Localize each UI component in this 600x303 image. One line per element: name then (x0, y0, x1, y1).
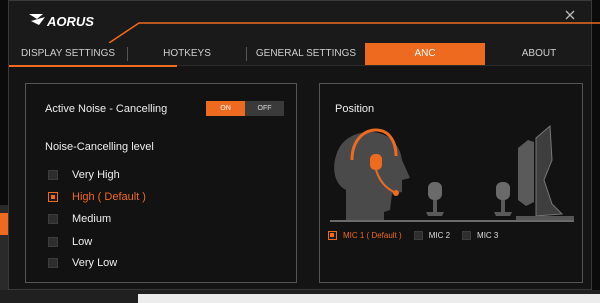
tab-anc[interactable]: ANC (365, 43, 485, 65)
anc-toggle[interactable]: ON OFF (206, 101, 284, 116)
level-label: Low (72, 236, 93, 248)
level-title: Noise-Cancelling level (45, 141, 154, 153)
mic-option-3[interactable]: MIC 3 (462, 231, 498, 240)
level-option-high[interactable]: High ( Default ) (48, 190, 146, 204)
position-title: Position (335, 103, 375, 115)
level-label: Medium (72, 213, 112, 225)
checkbox-low[interactable] (48, 237, 58, 247)
monitor-icon (516, 124, 574, 220)
tab-about[interactable]: ABOUT (485, 43, 593, 65)
checkbox-very-high[interactable] (48, 170, 58, 180)
level-option-medium[interactable]: Medium (48, 212, 111, 226)
checkbox-medium[interactable] (48, 214, 58, 224)
checkbox-very-low[interactable] (48, 258, 58, 268)
background-accent (0, 213, 8, 235)
toggle-on[interactable]: ON (206, 101, 245, 116)
desk-line (330, 220, 574, 222)
anc-label: Active Noise - Cancelling (45, 103, 168, 115)
mic-selector: MIC 1 ( Default ) MIC 2 MIC 3 (328, 231, 510, 240)
tab-display-settings[interactable]: DISPLAY SETTINGS (9, 43, 127, 65)
position-panel: Position MIC 1 (Default) MIC 2 MIC 3 (319, 83, 583, 283)
tab-general-settings[interactable]: GENERAL SETTINGS (247, 43, 365, 65)
tab-accent-line (9, 65, 177, 67)
level-option-low[interactable]: Low (48, 235, 92, 249)
level-label: High ( Default ) (72, 191, 146, 203)
title-accent-line (108, 22, 600, 43)
level-option-very-low[interactable]: Very Low (48, 256, 117, 270)
background-window-strip (138, 294, 600, 303)
toggle-off[interactable]: OFF (245, 101, 284, 116)
title-bar: AORUS (9, 1, 600, 43)
mic-label: MIC 2 (428, 231, 451, 240)
level-label: Very Low (72, 257, 118, 269)
microphone-icon (426, 182, 444, 216)
level-option-very-high[interactable]: Very High (48, 168, 120, 182)
mic-option-1[interactable]: MIC 1 ( Default ) (328, 231, 402, 240)
microphone-icon (494, 182, 512, 216)
position-illustration (330, 124, 574, 222)
close-icon[interactable] (563, 8, 577, 22)
mic-option-2[interactable]: MIC 2 (413, 231, 451, 240)
mic-label: MIC 1 ( Default ) (343, 231, 402, 240)
level-label: Very High (72, 169, 120, 181)
tab-bar: DISPLAY SETTINGS HOTKEYS GENERAL SETTING… (9, 43, 593, 67)
background-window-edge (0, 205, 8, 303)
app-window: AORUS DISPLAY SETTINGS HOTKEYS GENERAL S… (8, 0, 600, 290)
mic-3-checkbox[interactable] (462, 231, 472, 240)
checkbox-high[interactable] (48, 192, 58, 202)
head-with-headset-icon (334, 128, 410, 220)
mic-2-checkbox[interactable] (413, 231, 423, 240)
taskbar (0, 290, 600, 303)
tab-hotkeys[interactable]: HOTKEYS (128, 43, 246, 65)
mic-label: MIC 3 (477, 231, 499, 240)
anc-settings-panel: Active Noise - Cancelling ON OFF Noise-C… (25, 83, 297, 283)
mic-1-checkbox[interactable] (328, 231, 337, 240)
